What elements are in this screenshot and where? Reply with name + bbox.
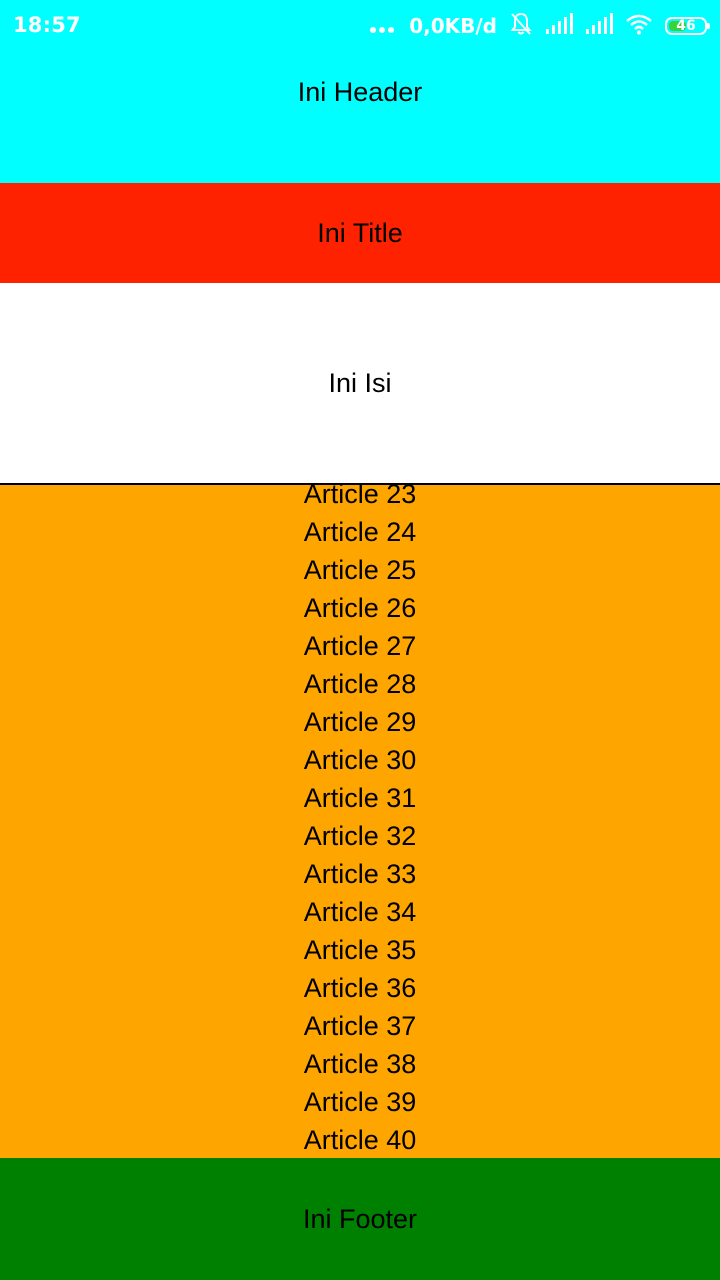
- list-item: Article 27: [303, 631, 417, 661]
- list-item: Article 29: [303, 707, 417, 737]
- signal-icon: [585, 12, 613, 40]
- title-section: Ini Title: [0, 183, 720, 283]
- list-item: Article 25: [303, 555, 417, 585]
- list-item: Article 37: [303, 1011, 417, 1041]
- list-item: Article 38: [303, 1049, 417, 1079]
- list-item: Article 31: [303, 783, 417, 813]
- list-item: Article 28: [303, 669, 417, 699]
- title-text: Ini Title: [317, 217, 403, 248]
- header-text: Ini Header: [297, 77, 423, 107]
- list-item: Article 39: [303, 1087, 417, 1117]
- footer-text: Ini Footer: [302, 1203, 418, 1234]
- list-item: Article 26: [303, 593, 417, 623]
- status-bar: 18:57 0,0KB/d 46: [0, 0, 720, 52]
- more-dots-icon: [370, 8, 397, 44]
- list-item: Article 40: [303, 1125, 417, 1155]
- battery-icon: 46: [665, 17, 710, 35]
- list-item: Article 32: [303, 821, 417, 851]
- content-section: Ini Isi: [0, 283, 720, 483]
- article-list: Article 23 Article 24 Article 25 Article…: [0, 485, 720, 1158]
- list-item: Article 34: [303, 897, 417, 927]
- list-item: Article 24: [303, 517, 417, 547]
- list-item: Article 23: [303, 485, 417, 509]
- list-item: Article 35: [303, 935, 417, 965]
- wifi-icon: [625, 13, 653, 40]
- list-item: Article 33: [303, 859, 417, 889]
- status-time: 18:57: [13, 13, 81, 37]
- bell-muted-icon: [509, 11, 533, 42]
- content-text: Ini Isi: [328, 367, 392, 398]
- status-icons: 0,0KB/d 46: [370, 11, 710, 42]
- article-scroll-list[interactable]: Article 23 Article 24 Article 25 Article…: [0, 485, 720, 1158]
- network-speed: 0,0KB/d: [409, 14, 497, 38]
- footer-section: Ini Footer: [0, 1158, 720, 1280]
- battery-level: 46: [676, 18, 696, 34]
- list-item: Article 30: [303, 745, 417, 775]
- list-item: Article 36: [303, 973, 417, 1003]
- signal-icon: [545, 12, 573, 40]
